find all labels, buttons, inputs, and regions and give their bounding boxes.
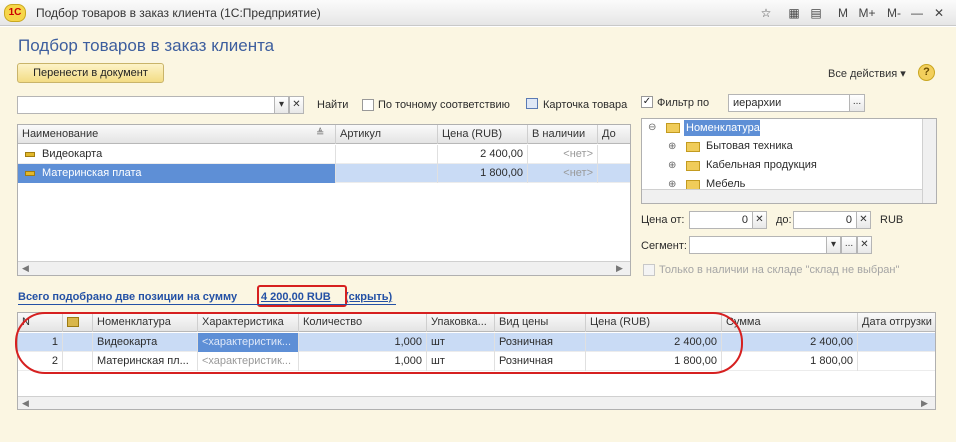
calendar-icon[interactable]: ▤ [808,5,824,21]
search-dropdown-icon[interactable]: ▾ [274,96,289,114]
price-to-label: до: [776,214,792,226]
item-icon [25,152,35,157]
rows-highlight-oval [15,312,743,374]
memory-plus-button[interactable]: M+ [856,5,878,21]
item-icon [25,171,35,176]
page-title: Подбор товаров в заказ клиента [18,36,275,55]
search-clear-icon[interactable]: ✕ [289,96,304,114]
folder-icon [686,142,700,152]
col-article[interactable]: Артикул [336,125,438,144]
exact-match-checkbox[interactable] [362,99,374,111]
segment-dropdown-icon[interactable]: ▾ [826,236,841,254]
favorite-icon[interactable]: ☆ [758,5,774,21]
col-price[interactable]: Цена (RUB) [438,125,528,144]
product-article [336,145,438,164]
col-ship-date[interactable]: Дата отгрузки [858,313,935,332]
filter-mode-field[interactable]: иерархии [728,94,850,112]
close-icon[interactable]: ✕ [932,5,946,21]
folder-icon [666,123,680,133]
price-to-input[interactable]: 0 [793,211,857,229]
filter-select-button[interactable]: ... [849,94,865,112]
calculator-icon[interactable]: ▦ [786,5,802,21]
product-article [336,164,438,183]
summary-underline [18,304,396,305]
app-logo[interactable]: 1С [4,4,26,22]
product-price: 1 800,00 [438,164,528,183]
product-stock: <нет> [528,145,598,164]
col-name[interactable]: Наименование [18,125,336,144]
memory-minus-button[interactable]: M- [884,5,904,21]
hide-selection-link[interactable]: (скрыть) [345,291,392,303]
scroll-left-icon[interactable]: ◀ [22,263,29,274]
filter-label: Фильтр по [657,97,710,109]
all-actions-menu[interactable]: Все действия ▾ [828,67,906,80]
search-input[interactable] [17,96,275,114]
segment-input[interactable] [689,236,827,254]
selected-horizontal-scrollbar[interactable]: ◀ ▶ [18,396,935,409]
folder-icon [686,161,700,171]
expand-icon[interactable]: ⊕ [668,160,676,171]
memory-m-button[interactable]: M [836,5,850,21]
col-sum[interactable]: Сумма [722,313,858,332]
scroll-left-icon[interactable]: ◀ [22,398,29,409]
product-price: 2 400,00 [438,145,528,164]
horizontal-scrollbar[interactable]: ◀ ▶ [18,261,630,275]
collapse-icon[interactable]: ⊖ [648,122,656,133]
tree-item[interactable]: Кабельная продукция [706,159,817,171]
product-card-icon[interactable] [526,98,538,109]
products-header: Наименование ≜ Артикул Цена (RUB) В нали… [18,125,630,144]
tree-horizontal-scrollbar[interactable] [642,189,922,203]
category-tree: ⊖ Номенклатура ⊕ Бытовая техника ⊕ Кабел… [641,118,937,204]
expand-icon[interactable]: ⊕ [668,141,676,152]
exact-match-label: По точному соответствию [378,99,510,111]
row-sum: 1 800,00 [722,352,858,371]
currency-label: RUB [880,214,904,226]
scroll-right-icon[interactable]: ▶ [616,263,623,274]
price-from-label: Цена от: [641,214,685,226]
help-icon[interactable]: ? [918,64,935,81]
tree-item-root[interactable]: Номенклатура [684,120,760,136]
in-stock-label: Только в наличии на складе "склад не выб… [659,264,900,276]
transfer-to-document-button[interactable]: Перенести в документ [17,63,164,83]
product-name: Видеокарта [38,145,336,164]
price-from-input[interactable]: 0 [689,211,753,229]
summary-text: Всего подобрано две позиции на сумму [18,291,238,303]
table-row[interactable]: Материнская плата 1 800,00 <нет> [18,164,630,183]
price-from-clear-icon[interactable]: ✕ [752,211,767,229]
find-label[interactable]: Найти [317,99,348,111]
col-extra[interactable]: До [598,125,630,144]
window-title: Подбор товаров в заказ клиента (1С:Предп… [36,6,321,20]
product-name: Материнская плата [38,164,336,183]
product-card-link[interactable]: Карточка товара [543,99,627,111]
table-row[interactable]: Видеокарта 2 400,00 <нет> [18,145,630,164]
col-stock[interactable]: В наличии [528,125,598,144]
products-table: Наименование ≜ Артикул Цена (RUB) В нали… [17,124,631,276]
sort-icon[interactable]: ≜ [316,128,324,139]
filter-checkbox[interactable]: ✓ [641,96,653,108]
tree-vertical-scrollbar[interactable] [922,119,936,203]
minimize-icon[interactable]: — [910,5,924,21]
tree-item[interactable]: Бытовая техника [706,140,793,152]
segment-clear-icon[interactable]: ✕ [857,236,872,254]
segment-label: Сегмент: [641,240,687,252]
in-stock-checkbox[interactable] [643,264,655,276]
price-to-clear-icon[interactable]: ✕ [856,211,871,229]
product-stock: <нет> [528,164,598,183]
segment-select-button[interactable]: ... [841,236,857,254]
scroll-right-icon[interactable]: ▶ [921,398,928,409]
